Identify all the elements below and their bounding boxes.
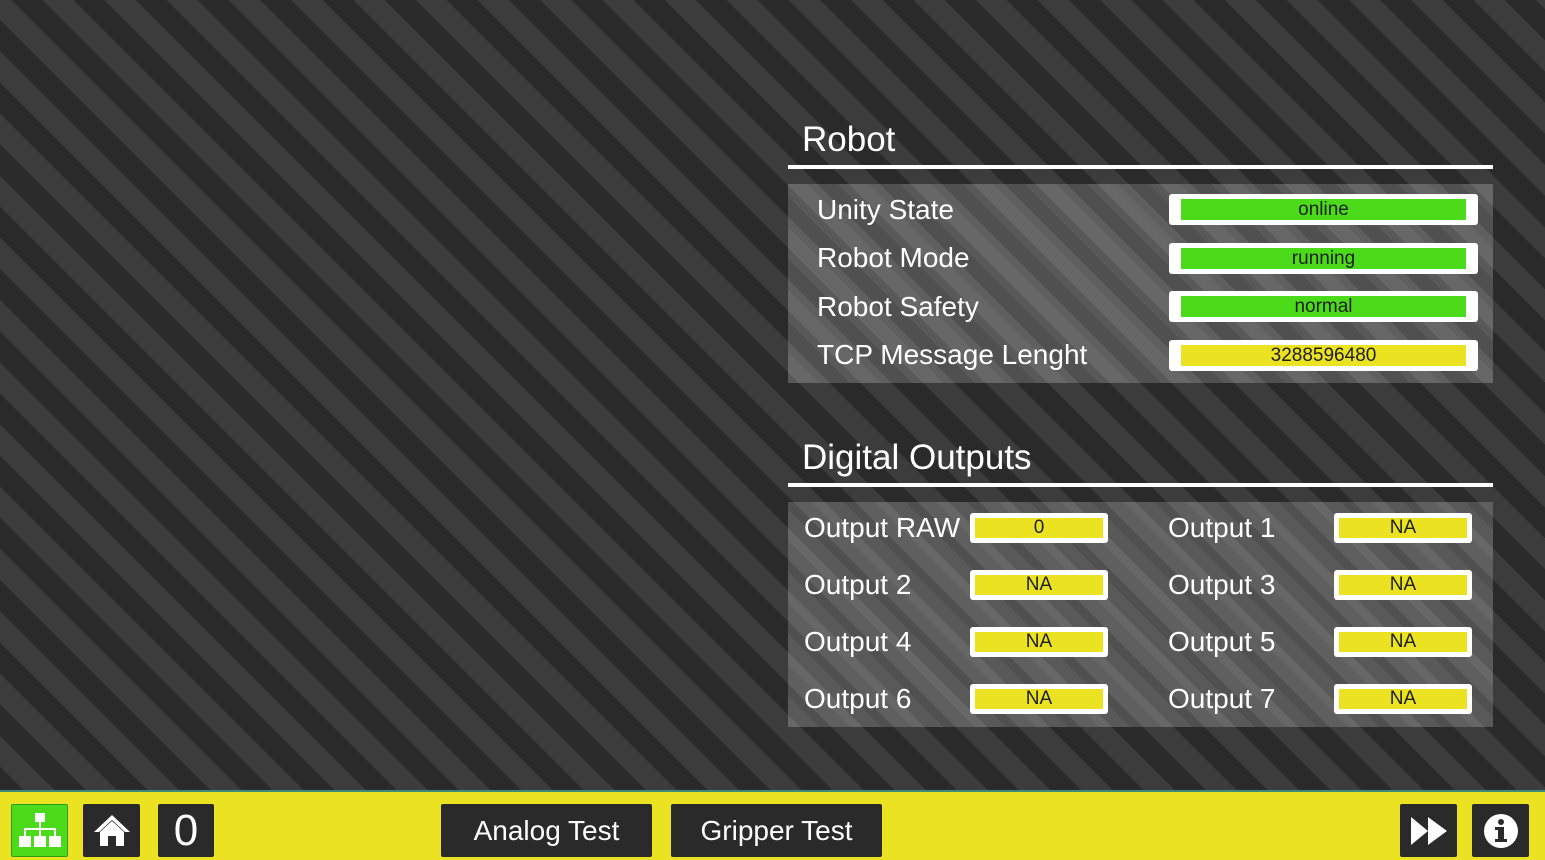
robot-safety-indicator: normal: [1181, 296, 1466, 317]
output-6-value: NA: [970, 684, 1108, 714]
analog-test-button[interactable]: Analog Test: [441, 804, 652, 857]
unity-state-indicator: online: [1181, 199, 1466, 220]
robot-mode-indicator: running: [1181, 248, 1466, 269]
output-2-value: NA: [970, 570, 1108, 600]
digital-outputs-section-divider: [788, 483, 1493, 487]
tcp-message-length-label: TCP Message Lenght: [817, 339, 1088, 370]
digital-outputs-panel: Output RAW 0 Output 1 NA Output 2 NA Out…: [788, 502, 1493, 727]
output-5-value: NA: [1334, 627, 1472, 657]
output-6-label: Output 6: [804, 683, 912, 714]
tcp-message-length-value: 3288596480: [1169, 340, 1478, 371]
output-1-indicator: NA: [1339, 517, 1467, 538]
unity-state-value: online: [1169, 194, 1478, 225]
unity-state-label: Unity State: [817, 194, 954, 225]
output-raw-indicator: 0: [975, 517, 1103, 538]
robot-mode-value: running: [1169, 243, 1478, 274]
robot-section-title: Robot: [802, 120, 896, 159]
output-raw-label: Output RAW: [804, 512, 961, 543]
output-3-value: NA: [1334, 570, 1472, 600]
output-6-indicator: NA: [975, 688, 1103, 709]
output-7-label: Output 7: [1168, 683, 1276, 714]
output-2-indicator: NA: [975, 574, 1103, 595]
network-button[interactable]: [11, 804, 68, 857]
robot-status-panel: Unity State online Robot Mode running Ro…: [788, 184, 1493, 383]
tcp-message-length-indicator: 3288596480: [1181, 345, 1466, 366]
output-7-value: NA: [1334, 684, 1472, 714]
info-button[interactable]: [1472, 804, 1529, 857]
robot-section-divider: [788, 165, 1493, 169]
gripper-test-button[interactable]: Gripper Test: [671, 804, 882, 857]
output-5-label: Output 5: [1168, 626, 1276, 657]
fast-forward-icon: [1410, 816, 1447, 845]
output-2-label: Output 2: [804, 569, 912, 600]
output-3-indicator: NA: [1339, 574, 1467, 595]
robot-safety-value: normal: [1169, 291, 1478, 322]
bottom-toolbar: 0 Analog Test Gripper Test: [0, 790, 1545, 860]
output-4-indicator: NA: [975, 631, 1103, 652]
output-1-label: Output 1: [1168, 512, 1276, 543]
output-4-label: Output 4: [804, 626, 912, 657]
output-1-value: NA: [1334, 513, 1472, 543]
robot-safety-label: Robot Safety: [817, 291, 979, 322]
home-icon: [93, 814, 130, 846]
info-icon: [1483, 813, 1518, 848]
robot-mode-label: Robot Mode: [817, 242, 970, 273]
output-raw-value: 0: [970, 513, 1108, 543]
output-4-value: NA: [970, 627, 1108, 657]
network-icon: [18, 812, 61, 847]
fast-forward-button[interactable]: [1400, 804, 1457, 857]
output-5-indicator: NA: [1339, 631, 1467, 652]
digital-outputs-section-title: Digital Outputs: [802, 438, 1032, 477]
home-button[interactable]: [83, 804, 140, 857]
output-3-label: Output 3: [1168, 569, 1276, 600]
counter-display: 0: [158, 804, 214, 857]
output-7-indicator: NA: [1339, 688, 1467, 709]
